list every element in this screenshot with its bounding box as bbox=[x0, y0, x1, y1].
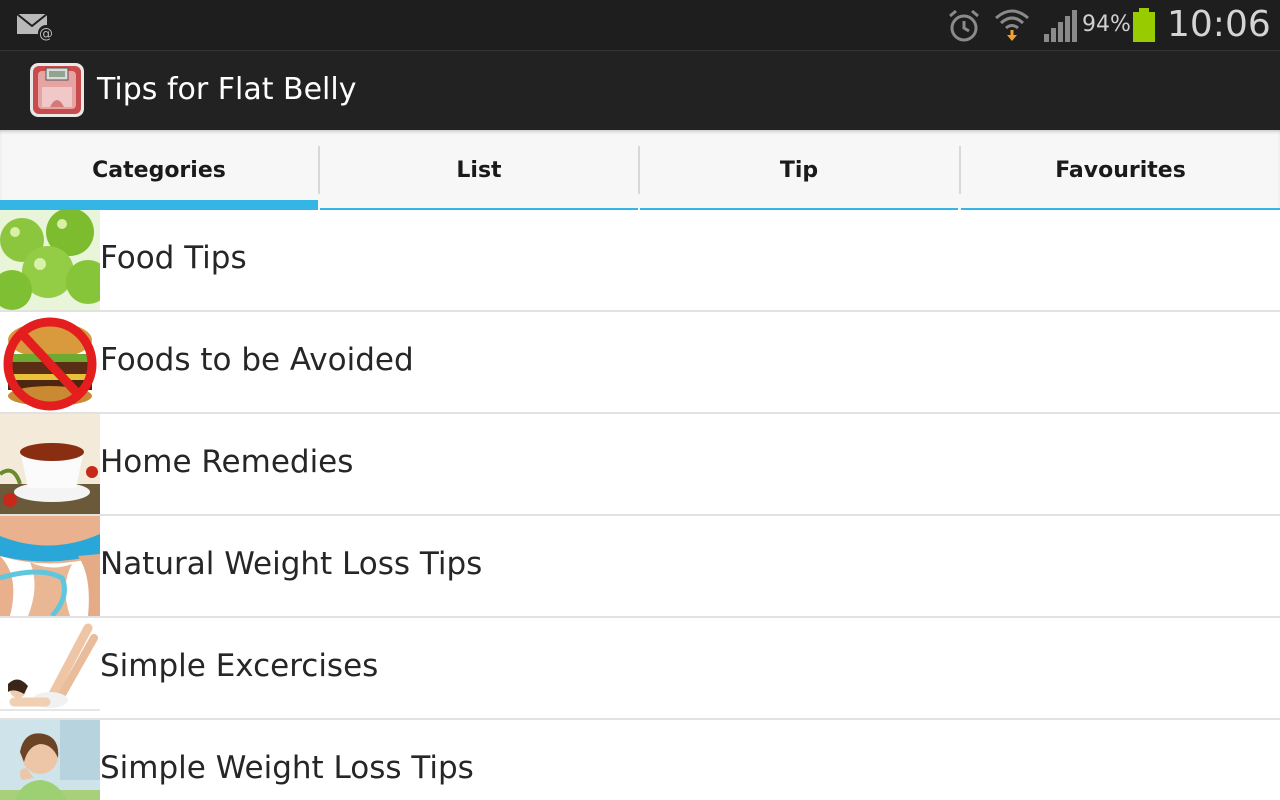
tab-favourites[interactable]: Favourites bbox=[961, 130, 1280, 210]
list-item-label: Natural Weight Loss Tips bbox=[100, 546, 483, 582]
list-item-simple-weight-loss-tips[interactable]: Simple Weight Loss Tips bbox=[0, 720, 1280, 800]
woman-thinking-image bbox=[0, 720, 100, 800]
svg-text:@: @ bbox=[39, 26, 53, 42]
tab-label: Tip bbox=[779, 157, 819, 183]
list-item-label: Food Tips bbox=[100, 240, 247, 276]
battery-icon bbox=[1133, 8, 1155, 42]
list-item-label: Home Remedies bbox=[100, 444, 354, 480]
tab-indicator-active bbox=[0, 200, 318, 210]
list-item-foods-to-be-avoided[interactable]: Foods to be Avoided bbox=[0, 312, 1280, 414]
app-title: Tips for Flat Belly bbox=[97, 72, 357, 107]
list-item-food-tips[interactable]: Food Tips bbox=[0, 210, 1280, 312]
clock: 10:06 bbox=[1167, 4, 1271, 45]
tab-label: Favourites bbox=[1055, 157, 1186, 183]
tab-categories[interactable]: Categories bbox=[0, 130, 318, 210]
action-bar: Tips for Flat Belly bbox=[0, 50, 1280, 130]
tab-list[interactable]: List bbox=[320, 130, 638, 210]
action-bar-divider bbox=[0, 50, 1280, 51]
list-item-home-remedies[interactable]: Home Remedies bbox=[0, 414, 1280, 516]
tea-cup-image bbox=[0, 414, 100, 514]
category-list: Food Tips Foods to be Avoided Home Remed… bbox=[0, 210, 1280, 800]
wifi-icon bbox=[995, 9, 1029, 41]
measuring-tape-waist-image bbox=[0, 516, 100, 616]
tab-bar: Categories List Tip Favourites bbox=[0, 130, 1280, 210]
list-item-simple-excercises[interactable]: Simple Excercises bbox=[0, 618, 1280, 720]
green-apples-image bbox=[0, 210, 100, 310]
list-item-natural-weight-loss-tips[interactable]: Natural Weight Loss Tips bbox=[0, 516, 1280, 618]
tab-label: Categories bbox=[92, 157, 226, 183]
list-item-label: Simple Weight Loss Tips bbox=[100, 750, 474, 786]
tab-tip[interactable]: Tip bbox=[640, 130, 958, 210]
status-bar: @ 94% 10:06 bbox=[0, 0, 1280, 50]
weight-loss-scale-icon[interactable] bbox=[30, 63, 84, 117]
battery-percent: 94% bbox=[1082, 12, 1131, 37]
alarm-icon bbox=[949, 9, 979, 42]
signal-icon bbox=[1044, 10, 1077, 42]
list-item-label: Foods to be Avoided bbox=[100, 342, 414, 378]
woman-exercising-image bbox=[0, 618, 100, 718]
tab-label: List bbox=[456, 157, 502, 183]
burger-prohibited-image bbox=[0, 312, 100, 412]
list-item-label: Simple Excercises bbox=[100, 648, 379, 684]
mail-at-icon: @ bbox=[16, 13, 54, 42]
